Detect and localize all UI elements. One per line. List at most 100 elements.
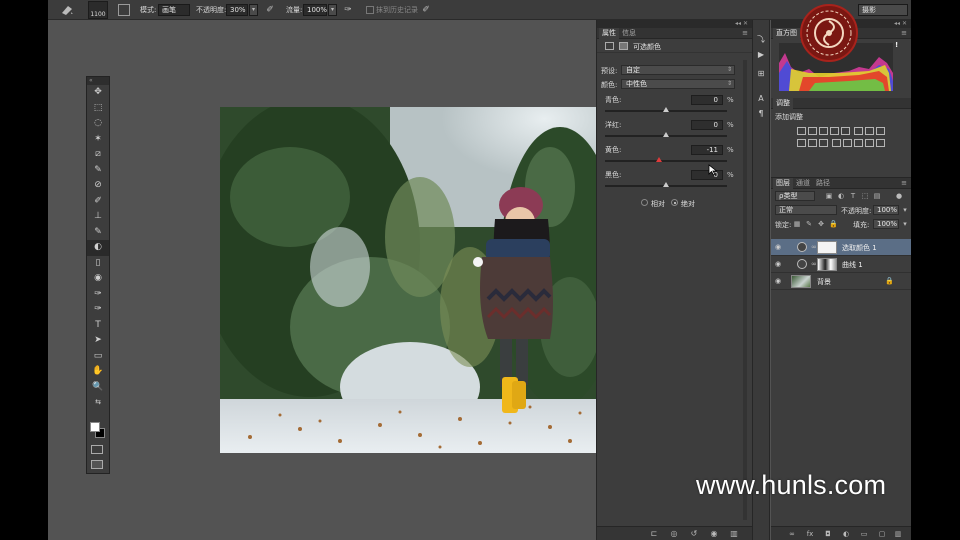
swap-colors-icon[interactable]: ⇆ bbox=[87, 395, 109, 411]
cyan-input[interactable]: 0 bbox=[691, 95, 723, 105]
lasso-tool-icon[interactable]: ◌ bbox=[87, 116, 109, 132]
move-tool-icon[interactable]: ✥ bbox=[87, 85, 109, 101]
eyedropper-tool-icon[interactable]: ✎ bbox=[87, 163, 109, 179]
layer-mask-thumbnail[interactable] bbox=[817, 258, 837, 271]
lock-pixels-icon[interactable]: ✎ bbox=[805, 220, 813, 228]
color-lookup-icon[interactable] bbox=[819, 139, 828, 147]
lock-all-icon[interactable]: 🔒 bbox=[829, 220, 838, 228]
flow-dropdown[interactable]: ▾ bbox=[328, 4, 337, 16]
blur-tool-icon[interactable]: ◉ bbox=[87, 271, 109, 287]
yellow-track[interactable] bbox=[605, 160, 727, 162]
filter-toggle-icon[interactable]: ● bbox=[895, 192, 903, 200]
healing-brush-tool-icon[interactable]: ⊘ bbox=[87, 178, 109, 194]
filter-smart-object-icon[interactable]: ▤ bbox=[873, 192, 881, 200]
delete-layer-icon[interactable]: ▥ bbox=[893, 529, 903, 539]
marquee-tool-icon[interactable]: ⬚ bbox=[87, 101, 109, 117]
colors-select[interactable]: 中性色 bbox=[621, 79, 735, 89]
exposure-icon[interactable] bbox=[830, 127, 839, 135]
eye-icon[interactable]: ◉ bbox=[775, 261, 783, 268]
lock-transparent-icon[interactable]: ▦ bbox=[793, 220, 801, 228]
gradient-map-icon[interactable] bbox=[865, 139, 875, 147]
visibility-icon[interactable]: ◉ bbox=[709, 529, 719, 539]
character-panel-icon[interactable]: A bbox=[753, 91, 769, 106]
layer-opacity-input[interactable]: 100% bbox=[873, 205, 899, 215]
hand-tool-icon[interactable]: ✋ bbox=[87, 364, 109, 380]
airbrush-icon[interactable]: ✑ bbox=[342, 4, 354, 16]
method-relative-radio[interactable] bbox=[641, 199, 648, 206]
histogram-warning-icon[interactable]: ! bbox=[895, 41, 898, 49]
magenta-thumb[interactable] bbox=[663, 132, 669, 137]
history-panel-icon[interactable]: ⤵ bbox=[753, 32, 769, 47]
channel-mixer-icon[interactable] bbox=[808, 139, 817, 147]
new-layer-icon[interactable]: ▢ bbox=[877, 529, 887, 539]
yellow-input[interactable]: -11 bbox=[691, 145, 723, 155]
erase-to-history-checkbox[interactable] bbox=[366, 6, 374, 14]
curves-icon[interactable] bbox=[819, 127, 828, 135]
link-icon[interactable]: ∞ bbox=[811, 260, 817, 268]
layer-opacity-dropdown[interactable]: ▾ bbox=[901, 206, 909, 214]
black-input[interactable]: 0 bbox=[691, 170, 723, 180]
history-brush-tool-icon[interactable]: ✎ bbox=[87, 225, 109, 241]
layer-mask-thumbnail[interactable] bbox=[817, 241, 837, 254]
tab-info[interactable]: 信息 bbox=[619, 28, 639, 39]
levels-icon[interactable] bbox=[808, 127, 817, 135]
clip-to-layer-icon[interactable]: ⊏ bbox=[649, 529, 659, 539]
magenta-input[interactable]: 0 bbox=[691, 120, 723, 130]
tab-histogram[interactable]: 直方图 bbox=[773, 28, 800, 39]
flow-input[interactable]: 100% bbox=[303, 4, 327, 16]
dodge-tool-icon[interactable]: ✑ bbox=[87, 287, 109, 303]
layer-style-icon[interactable]: fx bbox=[805, 529, 815, 539]
panel-menu-icon[interactable]: ≡ bbox=[742, 29, 748, 37]
path-selection-tool-icon[interactable]: ➤ bbox=[87, 333, 109, 349]
layer-row[interactable]: ◉ ∞ 选取颜色 1 bbox=[771, 239, 911, 256]
layer-kind-filter[interactable]: ρ类型 bbox=[775, 191, 815, 201]
properties-dock-bar[interactable]: ◂◂ ✕ bbox=[597, 20, 752, 28]
add-mask-icon[interactable]: ◘ bbox=[823, 529, 833, 539]
tab-layers[interactable]: 图层 bbox=[773, 178, 793, 189]
new-adjustment-icon[interactable]: ◐ bbox=[841, 529, 851, 539]
hue-saturation-icon[interactable] bbox=[854, 127, 864, 135]
eraser-tool-preset-icon[interactable] bbox=[60, 3, 74, 17]
adjustment-type-icon[interactable] bbox=[605, 42, 614, 50]
quick-mask-icon[interactable] bbox=[91, 445, 103, 454]
view-previous-icon[interactable]: ◎ bbox=[669, 529, 679, 539]
histogram-menu-icon[interactable]: ≡ bbox=[901, 29, 907, 37]
opacity-input[interactable]: 30% bbox=[226, 4, 248, 16]
layer-row[interactable]: ◉ ∞ 曲线 1 bbox=[771, 256, 911, 273]
tools-panel-header[interactable]: « bbox=[87, 77, 109, 85]
method-absolute-radio[interactable] bbox=[671, 199, 678, 206]
workspace-select[interactable]: 摄影 bbox=[858, 4, 908, 16]
opacity-dropdown[interactable]: ▾ bbox=[249, 4, 258, 16]
layer-thumbnail[interactable] bbox=[791, 275, 811, 288]
yellow-thumb[interactable] bbox=[656, 157, 663, 162]
color-balance-icon[interactable] bbox=[865, 127, 875, 135]
layers-menu-icon[interactable]: ≡ bbox=[901, 179, 907, 187]
link-layers-icon[interactable]: ∞ bbox=[787, 529, 797, 539]
properties-scrollbar[interactable] bbox=[743, 60, 747, 520]
reset-icon[interactable]: ↺ bbox=[689, 529, 699, 539]
preset-select[interactable]: 自定 bbox=[621, 65, 735, 75]
photo-filter-icon[interactable] bbox=[797, 139, 806, 147]
filter-pixel-icon[interactable]: ▣ bbox=[825, 192, 833, 200]
brush-tool-icon[interactable]: ✐ bbox=[87, 194, 109, 210]
invert-icon[interactable] bbox=[832, 139, 842, 147]
rectangle-tool-icon[interactable]: ▭ bbox=[87, 349, 109, 365]
document-canvas[interactable] bbox=[220, 107, 596, 453]
brush-size-picker[interactable]: 1100 bbox=[88, 1, 108, 19]
black-white-icon[interactable] bbox=[876, 127, 886, 135]
brightness-contrast-icon[interactable] bbox=[797, 127, 806, 135]
layer-row[interactable]: ◉ 背景 🔒 bbox=[771, 273, 911, 290]
cyan-thumb[interactable] bbox=[663, 107, 669, 112]
vibrance-icon[interactable] bbox=[841, 127, 850, 135]
zoom-tool-icon[interactable]: 🔍 bbox=[87, 380, 109, 396]
threshold-icon[interactable] bbox=[854, 139, 864, 147]
gradient-tool-icon[interactable]: ▯ bbox=[87, 256, 109, 272]
screen-mode-icon[interactable] bbox=[91, 460, 103, 469]
fill-input[interactable]: 100% bbox=[873, 219, 899, 229]
lock-position-icon[interactable]: ✥ bbox=[817, 220, 825, 228]
clone-stamp-tool-icon[interactable]: ⊥ bbox=[87, 209, 109, 225]
pen-tool-icon[interactable]: ✑ bbox=[87, 302, 109, 318]
eye-icon[interactable]: ◉ bbox=[775, 278, 783, 285]
posterize-icon[interactable] bbox=[843, 139, 853, 147]
filter-adjustment-icon[interactable]: ◐ bbox=[837, 192, 845, 200]
